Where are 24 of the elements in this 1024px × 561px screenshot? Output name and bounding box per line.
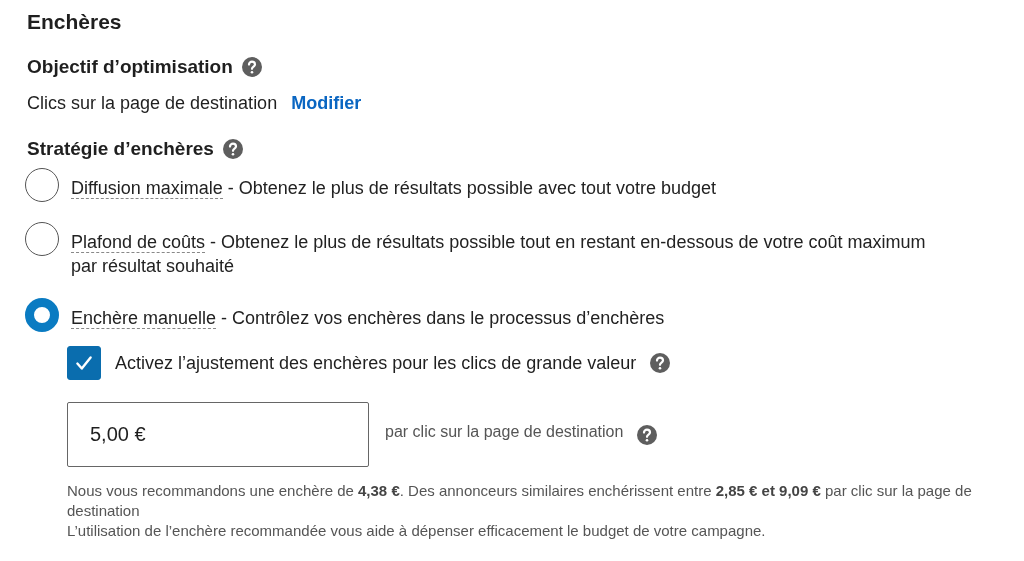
option-text: Plafond de coûts - Obtenez le plus de résultats possible tout en restant en-dessous de votre coût maximum par résultat souhaité <box>71 231 927 278</box>
radio-button[interactable] <box>25 222 59 256</box>
help-icon[interactable] <box>650 353 671 373</box>
objective-value: Clics sur la page de destination <box>27 92 278 115</box>
checkbox[interactable] <box>67 346 101 380</box>
checkbox-label: Activez l’ajustement des enchères pour les clics de grande valeur <box>115 352 637 375</box>
option-term[interactable]: Diffusion maximale <box>71 178 223 199</box>
bid-unit: par clic sur la page de destination <box>385 422 624 441</box>
radio-button[interactable] <box>25 168 59 202</box>
bid-input[interactable]: 5,00 € <box>67 402 369 467</box>
objective-label: Objectif d’optimisation <box>27 55 233 79</box>
section-title: Enchères <box>27 9 123 35</box>
help-icon[interactable] <box>637 424 658 445</box>
help-icon[interactable] <box>241 57 262 77</box>
strategy-label: Stratégie d’enchères <box>27 137 214 161</box>
modify-link[interactable]: Modifier <box>291 90 362 116</box>
radio-button[interactable] <box>25 298 59 332</box>
help-text: Nous vous recommandons une enchère de 4,38 €. Des annonceurs similaires enchérissent entre 2,85 € et 9,09 € par clic sur la page de destination <box>67 481 973 521</box>
help-icon[interactable] <box>222 139 243 159</box>
option-term[interactable]: Enchère manuelle <box>71 308 217 329</box>
option-text: Enchère manuelle - Contrôlez vos enchères dans le processus d’enchères <box>71 307 665 330</box>
option-term[interactable]: Plafond de coûts <box>71 232 206 253</box>
help-text: L’utilisation de l’enchère recommandée vous aide à dépenser efficacement le budget de votre campagne. <box>67 521 767 541</box>
option-text: Diffusion maximale - Obtenez le plus de résultats possible avec tout votre budget <box>71 177 717 200</box>
